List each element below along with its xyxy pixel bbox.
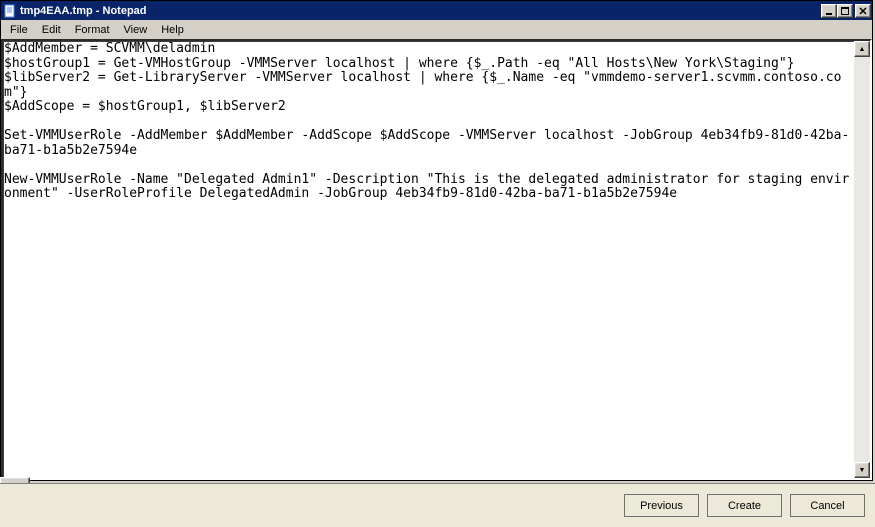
minimize-button[interactable] [821, 4, 837, 18]
wizard-footer: Previous Create Cancel [0, 483, 875, 527]
menu-bar: File Edit Format View Help [1, 20, 872, 39]
scroll-up-button[interactable]: ▲ [854, 41, 870, 57]
menu-view[interactable]: View [117, 22, 155, 38]
menu-file[interactable]: File [3, 22, 35, 38]
cancel-button[interactable]: Cancel [790, 494, 865, 517]
previous-button[interactable]: Previous [624, 494, 699, 517]
notepad-window: tmp4EAA.tmp - Notepad File Edit Format V… [0, 0, 873, 481]
title-bar[interactable]: tmp4EAA.tmp - Notepad [1, 1, 872, 20]
vertical-scrollbar[interactable]: ▲ ▼ [854, 41, 870, 478]
editor-text[interactable]: $AddMember = SCVMM\deladmin $hostGroup1 … [3, 41, 854, 478]
create-button[interactable]: Create [707, 494, 782, 517]
menu-edit[interactable]: Edit [35, 22, 68, 38]
scroll-track[interactable] [854, 57, 870, 462]
editor-area: $AddMember = SCVMM\deladmin $hostGroup1 … [1, 39, 872, 480]
close-button[interactable] [855, 4, 871, 18]
menu-format[interactable]: Format [68, 22, 117, 38]
maximize-button[interactable] [837, 4, 853, 18]
notepad-icon [3, 4, 17, 18]
menu-help[interactable]: Help [154, 22, 191, 38]
window-title: tmp4EAA.tmp - Notepad [20, 5, 821, 17]
scroll-down-button[interactable]: ▼ [854, 462, 870, 478]
window-controls [821, 4, 872, 18]
